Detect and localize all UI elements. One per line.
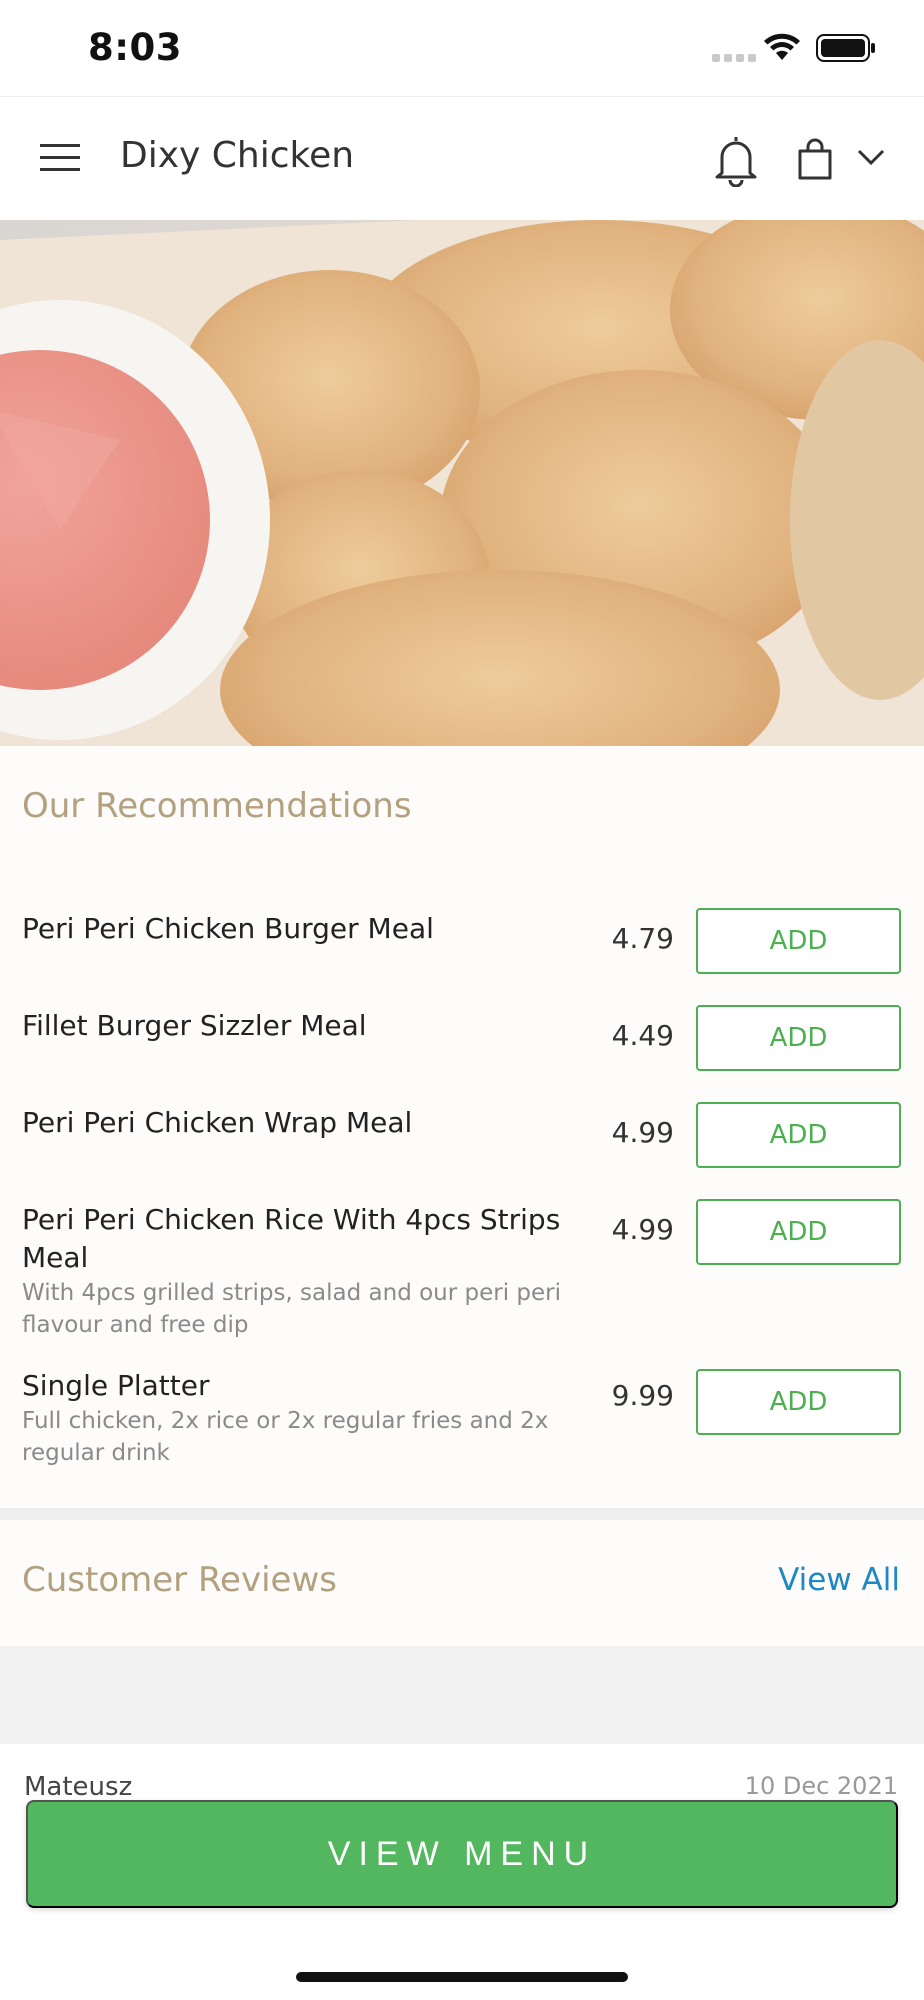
status-time: 8:03	[88, 26, 183, 69]
reviewer-name: Mateusz	[24, 1772, 133, 1802]
menu-item-name: Peri Peri Chicken Wrap Meal	[22, 1106, 413, 1139]
status-bar: 8:03	[0, 0, 924, 96]
menu-item-price: 4.99	[611, 1213, 674, 1246]
review-date: 10 Dec 2021	[744, 1772, 898, 1800]
menu-item-price: 4.79	[611, 922, 674, 955]
view-menu-button[interactable]: VIEW MENU	[26, 1800, 898, 1908]
wifi-icon	[764, 33, 800, 60]
home-indicator	[296, 1972, 628, 1982]
chevron-down-icon[interactable]	[856, 147, 886, 167]
top-app-bar: Dixy Chicken	[0, 96, 924, 220]
menu-item-price: 4.99	[611, 1116, 674, 1149]
signal-icon	[712, 54, 756, 62]
recommendations-heading: Our Recommendations	[22, 786, 412, 826]
bell-icon[interactable]	[712, 133, 760, 187]
menu-item-description: With 4pcs grilled strips, salad and our …	[22, 1280, 562, 1338]
menu-item-price: 4.49	[611, 1019, 674, 1052]
menu-item-price: 9.99	[611, 1379, 674, 1412]
menu-item-name: Peri Peri Chicken Rice With 4pcs Strips …	[22, 1203, 561, 1274]
battery-icon	[816, 34, 875, 62]
add-button[interactable]: ADD	[696, 908, 901, 974]
menu-item-name: Fillet Burger Sizzler Meal	[22, 1009, 367, 1042]
add-button[interactable]: ADD	[696, 1199, 901, 1265]
reviews-heading: Customer Reviews	[22, 1560, 337, 1600]
add-button[interactable]: ADD	[696, 1102, 901, 1168]
menu-item-name: Single Platter	[22, 1369, 210, 1402]
section-divider	[0, 1508, 924, 1520]
menu-icon[interactable]	[38, 141, 82, 175]
view-all-reviews-link[interactable]: View All	[778, 1562, 900, 1598]
shopping-bag-icon[interactable]	[796, 137, 834, 181]
hero-food-image	[0, 220, 924, 746]
restaurant-title: Dixy Chicken	[120, 135, 355, 176]
reviews-gap	[0, 1646, 924, 1744]
add-button[interactable]: ADD	[696, 1005, 901, 1071]
menu-item-name: Peri Peri Chicken Burger Meal	[22, 912, 434, 945]
menu-item-description: Full chicken, 2x rice or 2x regular frie…	[22, 1408, 549, 1466]
add-button[interactable]: ADD	[696, 1369, 901, 1435]
